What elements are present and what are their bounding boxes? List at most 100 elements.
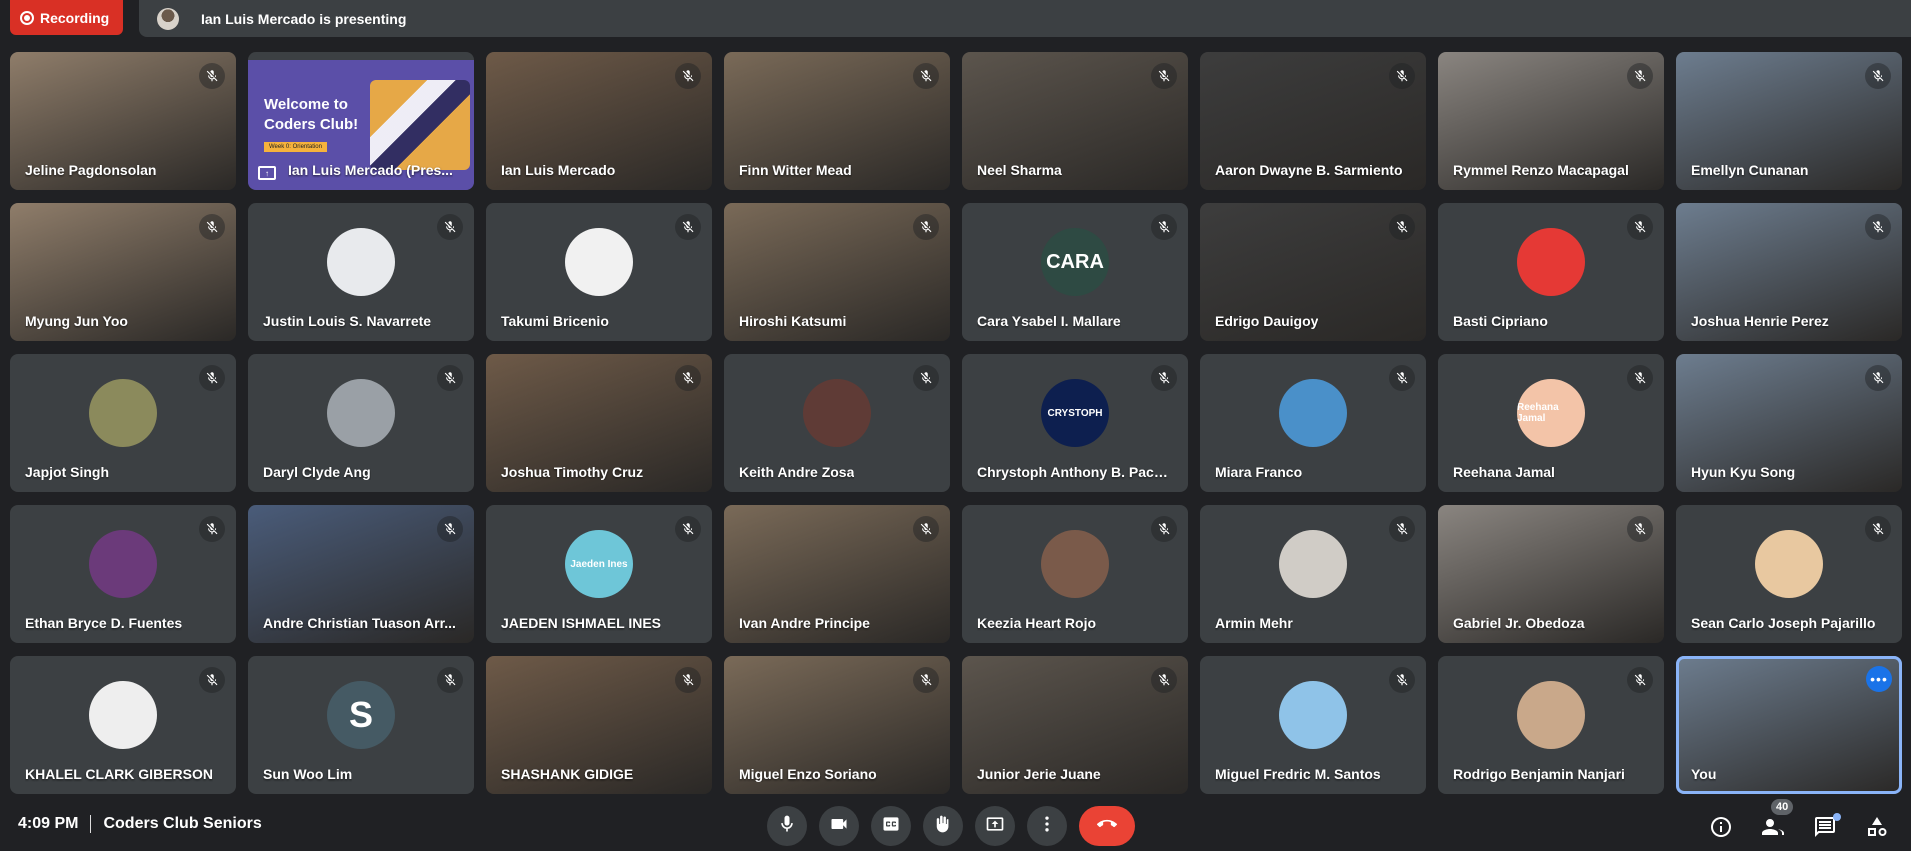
participant-name: Reehana Jamal xyxy=(1453,464,1555,480)
participant-name: Neel Sharma xyxy=(977,162,1062,178)
participant-tile[interactable]: Joshua Timothy Cruz xyxy=(486,354,712,492)
mic-off-icon xyxy=(1389,214,1415,240)
participant-tile[interactable]: Japjot Singh xyxy=(10,354,236,492)
side-panel-controls: 40 xyxy=(1707,799,1891,844)
participant-tile[interactable]: Miguel Fredric M. Santos xyxy=(1200,656,1426,794)
participant-tile[interactable]: Sean Carlo Joseph Pajarillo xyxy=(1676,505,1902,643)
mic-off-icon xyxy=(913,63,939,89)
participant-name: Andre Christian Tuason Arr... xyxy=(263,615,456,631)
avatar xyxy=(565,228,633,296)
microphone-button[interactable] xyxy=(767,806,807,846)
participant-name: Ian Luis Mercado xyxy=(501,162,616,178)
participant-count-badge: 40 xyxy=(1771,799,1794,815)
mic-off-icon xyxy=(675,63,701,89)
recording-indicator[interactable]: Recording xyxy=(10,0,123,35)
avatar: CRYSTOPH xyxy=(1041,379,1109,447)
participant-tile[interactable]: SHASHANK GIDIGE xyxy=(486,656,712,794)
mic-off-icon xyxy=(437,365,463,391)
participant-name: SHASHANK GIDIGE xyxy=(501,766,634,782)
mic-off-icon xyxy=(1627,214,1653,240)
participant-tile[interactable]: Jaeden Ines JAEDEN ISHMAEL INES xyxy=(486,505,712,643)
participant-tile[interactable]: Keith Andre Zosa xyxy=(724,354,950,492)
avatar: S xyxy=(327,681,395,749)
participant-tile[interactable]: CARA Cara Ysabel I. Mallare xyxy=(962,203,1188,341)
avatar: CARA xyxy=(1041,228,1109,296)
participant-tile[interactable]: Miara Franco xyxy=(1200,354,1426,492)
end-call-button[interactable] xyxy=(1079,806,1135,846)
avatar xyxy=(1041,530,1109,598)
raise-hand-button[interactable] xyxy=(923,806,963,846)
participant-tile[interactable]: Keezia Heart Rojo xyxy=(962,505,1188,643)
slide-title-line: Welcome to xyxy=(264,96,348,113)
participant-tile[interactable]: Gabriel Jr. Obedoza xyxy=(1438,505,1664,643)
participant-name: Armin Mehr xyxy=(1215,615,1293,631)
mic-off-icon xyxy=(1389,516,1415,542)
participant-name: Miguel Fredric M. Santos xyxy=(1215,766,1381,782)
presenting-banner[interactable]: Ian Luis Mercado is presenting xyxy=(139,0,1911,37)
tile-options-button[interactable]: ••• xyxy=(1866,666,1892,692)
participant-tile[interactable]: Finn Witter Mead xyxy=(724,52,950,190)
people-button[interactable]: 40 xyxy=(1759,799,1794,844)
activities-button[interactable] xyxy=(1863,815,1891,843)
participant-name: Keezia Heart Rojo xyxy=(977,615,1097,631)
participant-name: Rodrigo Benjamin Nanjari xyxy=(1453,766,1625,782)
participant-name: Miara Franco xyxy=(1215,464,1303,480)
participant-tile[interactable]: Edrigo Dauigoy xyxy=(1200,203,1426,341)
participant-name: Aaron Dwayne B. Sarmiento xyxy=(1215,162,1403,178)
participant-tile[interactable]: CRYSTOPH Chrystoph Anthony B. Pacu... xyxy=(962,354,1188,492)
mic-off-icon xyxy=(199,365,225,391)
avatar xyxy=(89,379,157,447)
participant-tile[interactable]: Takumi Bricenio xyxy=(486,203,712,341)
participant-name: Ian Luis Mercado (Pres... xyxy=(288,162,453,178)
participant-tile[interactable]: Justin Louis S. Navarrete xyxy=(248,203,474,341)
participant-tile[interactable]: Ivan Andre Principe xyxy=(724,505,950,643)
participant-tile[interactable]: Jeline Pagdonsolan xyxy=(10,52,236,190)
mic-off-icon xyxy=(1151,667,1177,693)
participant-name: You xyxy=(1691,766,1717,782)
participant-tile[interactable]: Reehana Jamal Reehana Jamal xyxy=(1438,354,1664,492)
mic-off-icon xyxy=(437,214,463,240)
participant-tile[interactable]: KHALEL CLARK GIBERSON xyxy=(10,656,236,794)
mic-icon xyxy=(777,814,797,839)
meeting-info-button[interactable] xyxy=(1707,815,1735,843)
participant-tile[interactable]: Ian Luis Mercado xyxy=(486,52,712,190)
participant-tile[interactable]: Neel Sharma xyxy=(962,52,1188,190)
participant-tile[interactable]: Rodrigo Benjamin Nanjari xyxy=(1438,656,1664,794)
participant-name: Justin Louis S. Navarrete xyxy=(263,313,432,329)
participant-tile[interactable]: Basti Cipriano xyxy=(1438,203,1664,341)
participant-tile[interactable]: Aaron Dwayne B. Sarmiento xyxy=(1200,52,1426,190)
participant-tile[interactable]: Armin Mehr xyxy=(1200,505,1426,643)
participant-tile[interactable]: Rymmel Renzo Macapagal xyxy=(1438,52,1664,190)
participant-tile[interactable]: Daryl Clyde Ang xyxy=(248,354,474,492)
captions-button[interactable] xyxy=(871,806,911,846)
meeting-name: Coders Club Seniors xyxy=(103,815,262,832)
participant-tile[interactable]: Hyun Kyu Song xyxy=(1676,354,1902,492)
mic-off-icon xyxy=(1627,63,1653,89)
end-call-icon xyxy=(1097,814,1117,839)
top-bar: Recording Ian Luis Mercado is presenting xyxy=(0,0,1911,40)
participant-tile[interactable]: Welcome to Coders Club! Week 0: Orientatio… xyxy=(248,52,474,190)
participant-tile[interactable]: Junior Jerie Juane xyxy=(962,656,1188,794)
chat-button[interactable] xyxy=(1811,813,1841,843)
participant-name: Miguel Enzo Soriano xyxy=(739,766,877,782)
people-icon xyxy=(1761,815,1785,844)
present-button[interactable] xyxy=(975,806,1015,846)
participant-tile[interactable]: Joshua Henrie Perez xyxy=(1676,203,1902,341)
mic-off-icon xyxy=(675,516,701,542)
camera-button[interactable] xyxy=(819,806,859,846)
participant-tile[interactable]: S Sun Woo Lim xyxy=(248,656,474,794)
participant-tile[interactable]: Andre Christian Tuason Arr... xyxy=(248,505,474,643)
participant-tile[interactable]: Emellyn Cunanan xyxy=(1676,52,1902,190)
avatar xyxy=(1517,228,1585,296)
mic-off-icon xyxy=(913,365,939,391)
participant-tile[interactable]: Hiroshi Katsumi xyxy=(724,203,950,341)
mic-off-icon xyxy=(913,516,939,542)
participant-name: Edrigo Dauigoy xyxy=(1215,313,1319,329)
raise-hand-icon xyxy=(933,814,953,839)
participant-tile[interactable]: Ethan Bryce D. Fuentes xyxy=(10,505,236,643)
presenting-text: Ian Luis Mercado is presenting xyxy=(201,10,407,27)
participant-tile[interactable]: Myung Jun Yoo xyxy=(10,203,236,341)
participant-tile[interactable]: Miguel Enzo Soriano xyxy=(724,656,950,794)
more-options-button[interactable] xyxy=(1027,806,1067,846)
participant-tile[interactable]: ••• You xyxy=(1676,656,1902,794)
